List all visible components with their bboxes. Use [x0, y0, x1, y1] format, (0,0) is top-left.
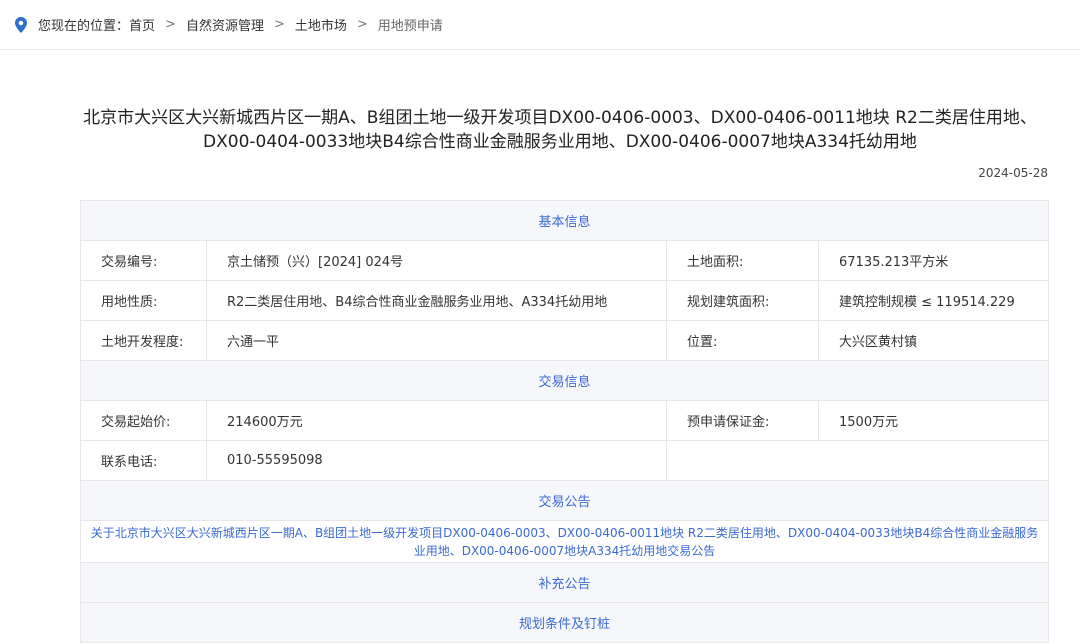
start-price-label: 交易起始价: — [81, 401, 207, 441]
breadcrumb-prefix: 您现在的位置： — [38, 19, 130, 34]
dev-level-value: 六通一平 — [207, 321, 667, 361]
section-supplement-announcement: 补充公告 — [81, 563, 1049, 603]
breadcrumb: 您现在的位置： 首页 > 自然资源管理 > 土地市场 > 用地预申请 — [0, 0, 1080, 50]
section-basic-info: 基本信息 — [81, 201, 1049, 241]
map-pin-icon — [14, 16, 28, 33]
build-area-label: 规划建筑面积: — [667, 281, 819, 321]
section-trade-announcement: 交易公告 — [81, 481, 1049, 521]
breadcrumb-separator: > — [165, 17, 176, 32]
start-price-value: 214600万元 — [207, 401, 667, 441]
page-title: 北京市大兴区大兴新城西片区一期A、B组团土地一级开发项目DX00-0406-00… — [83, 108, 1037, 152]
location-label: 位置: — [667, 321, 819, 361]
trade-no-value: 京土储预（兴）[2024] 024号 — [207, 241, 667, 281]
section-planning-conditions: 规划条件及钉桩 — [81, 603, 1049, 643]
land-area-label: 土地面积: — [667, 241, 819, 281]
publish-date: 2024-05-28 — [978, 166, 1048, 180]
breadcrumb-separator: > — [273, 17, 285, 32]
land-area-value: 67135.213平方米 — [819, 241, 1049, 281]
deposit-label: 预申请保证金: — [667, 401, 819, 441]
dev-level-label: 土地开发程度: — [81, 321, 207, 361]
land-use-label: 用地性质: — [81, 281, 207, 321]
phone-label: 联系电话: — [81, 441, 207, 481]
announcement-link[interactable]: 关于北京市大兴区大兴新城西片区一期A、B组团土地一级开发项目DX00-0406-… — [81, 521, 1049, 563]
breadcrumb-separator: > — [356, 17, 368, 32]
deposit-value: 1500万元 — [819, 401, 1049, 441]
breadcrumb-resource-link[interactable]: 自然资源管理 — [186, 15, 264, 34]
info-table: 基本信息 交易编号: 京土储预（兴）[2024] 024号 土地面积: 6713… — [80, 200, 1049, 643]
phone-value: 010-55595098 — [207, 441, 667, 481]
land-use-value: R2二类居住用地、B4综合性商业金融服务业用地、A334托幼用地 — [207, 281, 667, 321]
location-value: 大兴区黄村镇 — [819, 321, 1049, 361]
trade-no-label: 交易编号: — [81, 241, 207, 281]
section-trade-info: 交易信息 — [81, 361, 1049, 401]
breadcrumb-home-link[interactable]: 首页 — [129, 15, 155, 34]
empty-cell — [667, 441, 1049, 481]
breadcrumb-land-market-link[interactable]: 土地市场 — [295, 15, 347, 34]
breadcrumb-current: 用地预申请 — [377, 19, 443, 34]
build-area-value: 建筑控制规模 ≤ 119514.229 — [819, 281, 1049, 321]
